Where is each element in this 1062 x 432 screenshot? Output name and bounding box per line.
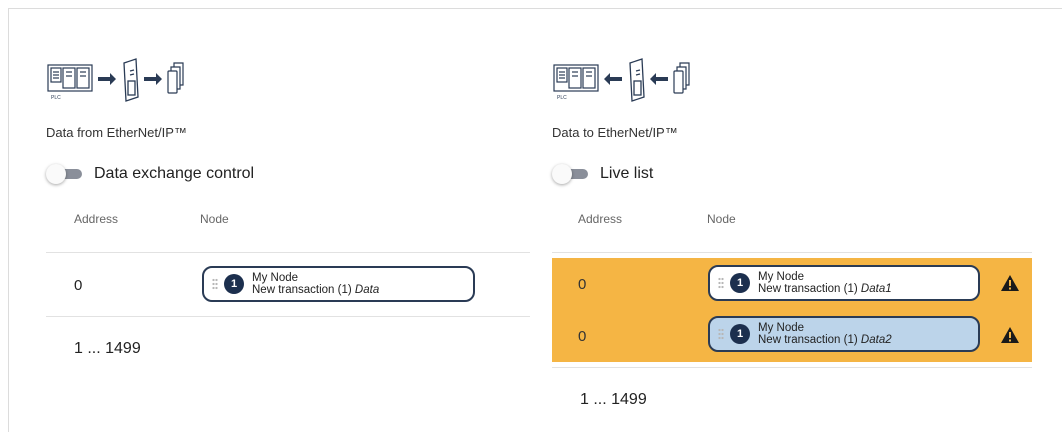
plc-label: PLC	[51, 95, 61, 101]
node-name: My Node	[252, 272, 299, 284]
divider	[552, 252, 1032, 253]
node-number-badge: 1	[224, 274, 244, 294]
address-value: 0	[578, 328, 587, 345]
drag-handle-icon[interactable]	[718, 277, 724, 289]
column-header-node: Node	[707, 212, 736, 226]
address-range: 1 ... 1499	[580, 391, 647, 408]
toggle-switch[interactable]	[46, 164, 82, 184]
address-value: 0	[74, 277, 83, 294]
plc-to-gateway-to-devices-icon: PLC	[46, 57, 246, 103]
node-chip-selected[interactable]: 1 My Node New transaction (1) Data2	[708, 316, 980, 352]
node-chip[interactable]: 1 My Node New transaction (1) Data	[202, 266, 475, 302]
node-chip[interactable]: 1 My Node New transaction (1) Data1	[708, 265, 980, 301]
address-range: 1 ... 1499	[74, 340, 141, 357]
data-name-label: Data1	[860, 283, 892, 295]
transaction-name: New transaction (1)	[758, 334, 858, 346]
divider	[46, 252, 530, 253]
data-name-label: Data2	[860, 334, 892, 346]
column-header-address: Address	[578, 212, 623, 226]
transaction-name: New transaction (1)	[758, 283, 858, 295]
column-header-node: Node	[200, 212, 229, 226]
warning-icon	[1001, 327, 1019, 343]
divider	[46, 316, 530, 317]
warning-icon	[1001, 275, 1019, 291]
toggle-label: Live list	[600, 165, 654, 182]
table-row-warning: 0 1 My Node New transaction (1) Data1	[552, 258, 1032, 310]
data-exchange-control-toggle[interactable]: Data exchange control	[46, 164, 255, 184]
address-value: 0	[578, 276, 587, 293]
node-name: My Node	[758, 322, 805, 334]
table-row: 0 1 My Node New transaction (1) Data	[46, 260, 536, 312]
devices-to-gateway-to-plc-icon: PLC	[552, 57, 752, 103]
plc-label: PLC	[557, 95, 567, 101]
transaction-name: New transaction (1)	[252, 284, 352, 296]
node-number-badge: 1	[730, 273, 750, 293]
node-number-badge: 1	[730, 324, 750, 344]
section-title: Data from EtherNet/IP™	[46, 125, 187, 140]
section-title: Data to EtherNet/IP™	[552, 125, 678, 140]
divider	[552, 367, 1032, 368]
node-name: My Node	[758, 271, 805, 283]
toggle-label: Data exchange control	[94, 165, 255, 182]
table-row-warning: 0 1 My Node New transaction (1) Data2	[552, 310, 1032, 362]
live-list-toggle[interactable]: Live list	[552, 164, 654, 184]
data-name-label: Data	[354, 284, 380, 296]
toggle-switch[interactable]	[552, 164, 588, 184]
column-header-address: Address	[74, 212, 119, 226]
drag-handle-icon[interactable]	[212, 278, 218, 290]
drag-handle-icon[interactable]	[718, 328, 724, 340]
